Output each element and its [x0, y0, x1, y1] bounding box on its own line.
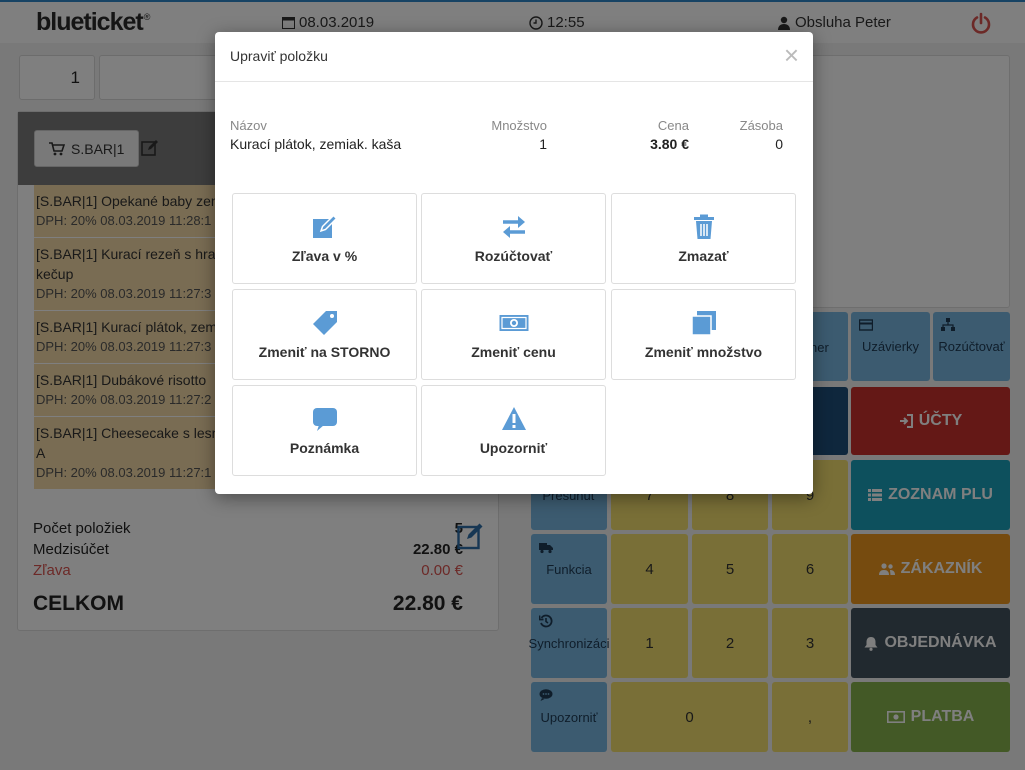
- edit-item-modal: Upraviť položku × Názov Kurací plátok, z…: [215, 32, 813, 494]
- money-icon: [499, 314, 528, 331]
- item-name-col: Názov Kurací plátok, zemiak. kaša: [230, 118, 402, 152]
- split-bill-button[interactable]: Rozúčtovať: [421, 193, 606, 284]
- modal-header: Upraviť položku ×: [215, 32, 813, 82]
- warning-icon: [501, 406, 526, 430]
- item-name-value: Kurací plátok, zemiak. kaša: [230, 136, 402, 152]
- change-to-storno-button[interactable]: Zmeniť na STORNO: [232, 289, 417, 380]
- comment-icon: [312, 407, 337, 431]
- trash-icon: [693, 214, 714, 239]
- item-price-col: Cena 3.80 €: [625, 118, 689, 152]
- item-price-value: 3.80 €: [650, 136, 689, 152]
- discount-percent-button[interactable]: Zľava v %: [232, 193, 417, 284]
- modal-title: Upraviť položku: [230, 48, 328, 64]
- item-qty-value: 1: [539, 136, 547, 152]
- exchange-icon: [502, 215, 525, 238]
- edit-icon: [312, 213, 338, 238]
- item-stock-col: Zásoba 0: [725, 118, 783, 152]
- warn-button[interactable]: Upozorniť: [421, 385, 606, 476]
- change-price-button[interactable]: Zmeniť cenu: [421, 289, 606, 380]
- item-stock-value: 0: [775, 136, 783, 152]
- tag-icon: [312, 310, 337, 335]
- copy-icon: [690, 310, 716, 336]
- delete-item-button[interactable]: Zmazať: [611, 193, 796, 284]
- change-quantity-button[interactable]: Zmeniť množstvo: [611, 289, 796, 380]
- note-button[interactable]: Poznámka: [232, 385, 417, 476]
- item-qty-col: Množstvo 1: [485, 118, 547, 152]
- close-icon[interactable]: ×: [784, 42, 799, 68]
